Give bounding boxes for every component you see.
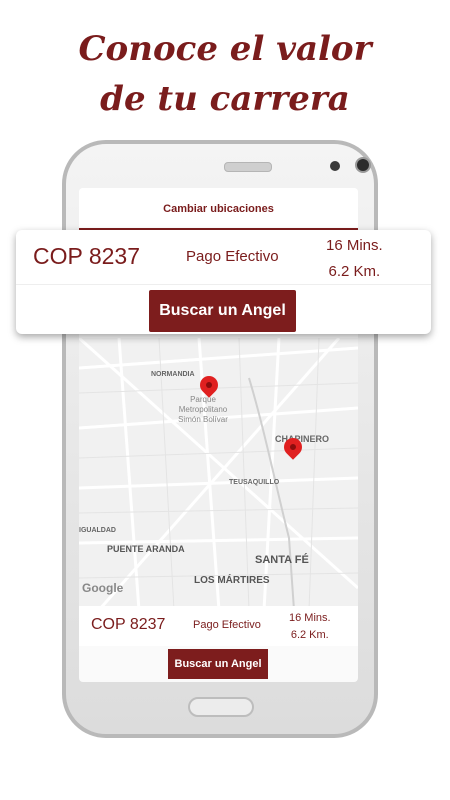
google-logo: Google: [82, 581, 124, 595]
trip-time: 16 Mins.: [289, 612, 331, 624]
map-label-santa-fe: SANTA FÉ: [255, 554, 309, 566]
search-angel-button[interactable]: Buscar un Angel: [168, 649, 268, 679]
payment-method: Pago Efectivo: [193, 619, 261, 631]
map-label-normandia: NORMANDIA: [151, 371, 195, 378]
fare-card-callout: COP 8237 Pago Efectivo 16 Mins. 6.2 Km. …: [16, 230, 431, 334]
fare-price: COP 8237: [91, 616, 166, 633]
map-label-teusaquillo: TEUSAQUILLO: [229, 479, 280, 486]
front-camera: [355, 157, 371, 173]
speaker-grille: [224, 162, 272, 172]
card-search-angel-button[interactable]: Buscar un Angel: [149, 290, 296, 332]
card-trip-distance: 6.2 Km.: [328, 263, 381, 280]
trip-estimate: 16 Mins. 6.2 Km.: [289, 610, 331, 644]
map-label-igualdad: IGUALDAD: [79, 527, 116, 534]
card-payment-method: Pago Efectivo: [186, 248, 279, 265]
card-trip-time: 16 Mins.: [326, 237, 383, 254]
change-locations-link[interactable]: Cambiar ubicaciones: [79, 188, 358, 231]
home-button[interactable]: [188, 697, 254, 717]
fare-summary-bar: COP 8237 Pago Efectivo 16 Mins. 6.2 Km.: [79, 606, 358, 646]
sensor-dot: [330, 161, 340, 171]
map-label-park: Parque Metropolitano Simón Bolívar: [178, 395, 228, 424]
map-label-chapinero: CHAPINERO: [275, 434, 330, 444]
fare-card-row: COP 8237 Pago Efectivo 16 Mins. 6.2 Km.: [16, 230, 431, 285]
card-fare-price: COP 8237: [33, 243, 140, 269]
map-label-martires: LOS MÁRTIRES: [194, 575, 270, 586]
headline-line-1: Conoce el valor: [78, 29, 372, 69]
headline-line-2: de tu carrera: [100, 79, 350, 119]
map-view[interactable]: NORMANDIA Parque Metropolitano Simón Bol…: [79, 338, 358, 610]
map-streets: [79, 338, 358, 610]
map-label-puente-aranda: PUENTE ARANDA: [107, 544, 185, 554]
card-trip-estimate: 16 Mins. 6.2 Km.: [326, 233, 383, 285]
trip-distance: 6.2 Km.: [290, 629, 329, 641]
